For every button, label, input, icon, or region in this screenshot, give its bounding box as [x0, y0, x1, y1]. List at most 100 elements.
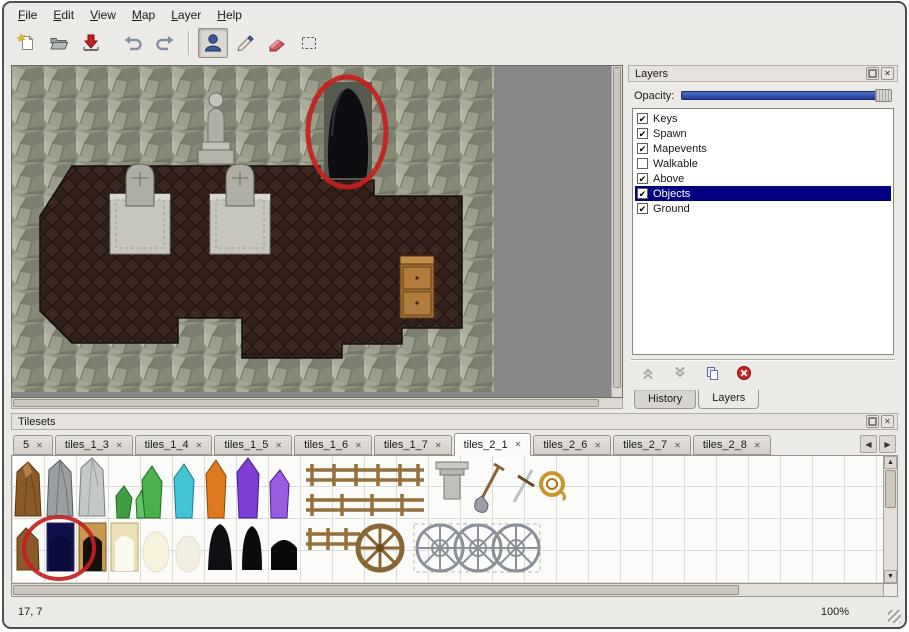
eraser-tool-button[interactable] [262, 28, 292, 58]
palette-vscroll-thumb[interactable] [885, 470, 896, 508]
tab-close-icon[interactable]: ✕ [116, 441, 123, 450]
tileset-tab-label: tiles_1_5 [224, 439, 268, 451]
tab-close-icon[interactable]: ✕ [515, 440, 522, 449]
layers-dock-titlebar: Layers ✕ [628, 65, 898, 82]
tileset-tabrow: 5✕tiles_1_3✕tiles_1_4✕tiles_1_5✕tiles_1_… [11, 430, 898, 455]
float-tilesets-button[interactable] [866, 415, 879, 428]
open-folder-icon [48, 32, 70, 54]
close-dock-button[interactable]: ✕ [881, 67, 894, 80]
crystal-sprites [15, 458, 289, 518]
tab-close-icon[interactable]: ✕ [674, 441, 681, 450]
layer-name-label: Objects [653, 188, 690, 200]
brush-tool-icon [234, 32, 256, 54]
layer-visible-checkbox[interactable]: ✔ [637, 188, 648, 199]
layer-visible-checkbox[interactable]: ✔ [637, 113, 648, 124]
save-button[interactable] [76, 28, 106, 58]
menu-file[interactable]: File [10, 7, 45, 24]
scrollbar-corner [883, 584, 897, 596]
layer-row-walkable[interactable]: Walkable [635, 156, 891, 171]
layer-visible-checkbox[interactable]: ✔ [637, 173, 648, 184]
tab-close-icon[interactable]: ✕ [754, 441, 761, 450]
tileset-palette-canvas[interactable] [12, 456, 881, 581]
tab-close-icon[interactable]: ✕ [355, 441, 362, 450]
layer-row-ground[interactable]: ✔Ground [635, 201, 891, 216]
map-vscroll-thumb[interactable] [613, 67, 621, 388]
tab-close-icon[interactable]: ✕ [435, 441, 442, 450]
layer-list[interactable]: ✔Keys✔Spawn✔MapeventsWalkable✔Above✔Obje… [632, 108, 894, 355]
brush-tool-button[interactable] [230, 28, 260, 58]
opacity-slider-track[interactable] [681, 91, 890, 100]
scroll-down-icon[interactable]: ▼ [884, 570, 897, 583]
menu-map[interactable]: Map [124, 7, 163, 24]
menu-layer[interactable]: Layer [163, 7, 209, 24]
tileset-tab-tiles_1_6[interactable]: tiles_1_6✕ [294, 435, 372, 455]
layer-row-above[interactable]: ✔Above [635, 171, 891, 186]
menu-edit[interactable]: Edit [45, 7, 82, 24]
opacity-slider-handle[interactable] [875, 89, 892, 102]
tileset-tab-tiles_2_6[interactable]: tiles_2_6✕ [533, 435, 611, 455]
menu-help[interactable]: Help [209, 7, 250, 24]
map-horizontal-scrollbar[interactable] [11, 398, 623, 409]
palette-vertical-scrollbar[interactable]: ▲ ▼ [883, 456, 897, 583]
tileset-tab-tiles_2_8[interactable]: tiles_2_8✕ [693, 435, 771, 455]
door-sprites [17, 523, 297, 572]
tab-close-icon[interactable]: ✕ [594, 441, 601, 450]
tileset-tab-tiles_1_4[interactable]: tiles_1_4 ✕ [135, 435, 213, 455]
tileset-tab-label: tiles_1_4 [145, 439, 189, 451]
tileset-tab-tiles_2_7[interactable]: tiles_2_7✕ [613, 435, 691, 455]
new-file-icon [16, 32, 38, 54]
tileset-tab-5[interactable]: 5✕ [13, 435, 53, 455]
map-vertical-scrollbar[interactable] [611, 66, 622, 397]
resize-grip[interactable] [888, 610, 901, 623]
column-capital-sprite [436, 462, 468, 499]
main-area: Layers ✕ Opacity: ✔Keys✔Spawn✔MapeventsW… [4, 63, 905, 409]
map-viewport[interactable] [11, 65, 623, 398]
palette-horizontal-scrollbar[interactable] [11, 584, 898, 597]
dock-tab-history[interactable]: History [634, 390, 696, 409]
tool-sprites [475, 464, 565, 512]
undo-button[interactable] [118, 28, 148, 58]
layer-visible-checkbox[interactable]: ✔ [637, 143, 648, 154]
delete-layer-button[interactable] [736, 365, 752, 384]
tab-close-icon[interactable]: ✕ [275, 441, 282, 450]
tilesets-dock-title: Tilesets [18, 416, 864, 428]
lower-layer-button[interactable] [672, 365, 688, 384]
save-icon [80, 32, 102, 54]
layer-name-label: Spawn [653, 128, 687, 140]
palette-hscroll-thumb[interactable] [13, 585, 739, 595]
tab-close-icon[interactable]: ✕ [36, 441, 43, 450]
tileset-tab-tiles_1_3[interactable]: tiles_1_3✕ [55, 435, 133, 455]
close-tilesets-button[interactable]: ✕ [881, 415, 894, 428]
tileset-tab-tiles_1_5[interactable]: tiles_1_5 ✕ [214, 435, 292, 455]
open-file-button[interactable] [44, 28, 74, 58]
stamp-tool-button[interactable] [198, 28, 228, 58]
tileset-tab-tiles_1_7[interactable]: tiles_1_7✕ [374, 435, 452, 455]
raise-layer-button[interactable] [640, 365, 656, 384]
opacity-slider[interactable] [681, 89, 892, 102]
menu-view[interactable]: View [82, 7, 124, 24]
layer-row-spawn[interactable]: ✔ Spawn [635, 126, 891, 141]
tileset-tab-tiles_2_1[interactable]: tiles_2_1✕ [454, 433, 532, 456]
new-file-button[interactable] [12, 28, 42, 58]
map-hscroll-thumb[interactable] [13, 399, 599, 407]
layer-visible-checkbox[interactable]: ✔ [637, 128, 648, 139]
scroll-tabs-right-button[interactable]: ▶ [879, 435, 896, 453]
rect-select-tool-button[interactable] [294, 28, 324, 58]
tilesets-dock: Tilesets ✕ 5✕tiles_1_3✕tiles_1_4✕tiles_1… [11, 413, 898, 597]
float-dock-button[interactable] [866, 67, 879, 80]
layer-visible-checkbox[interactable] [637, 158, 648, 169]
scroll-tabs-left-button[interactable]: ◀ [860, 435, 877, 453]
duplicate-layer-button[interactable] [704, 365, 720, 384]
layer-row-keys[interactable]: ✔Keys [635, 111, 891, 126]
layer-row-objects[interactable]: ✔ Objects [635, 186, 891, 201]
layer-row-mapevents[interactable]: ✔Mapevents [635, 141, 891, 156]
dock-tab-layers[interactable]: Layers [698, 389, 759, 409]
tileset-palette[interactable] [12, 456, 883, 583]
scroll-up-icon[interactable]: ▲ [884, 456, 897, 469]
palette-hscroll-track[interactable] [740, 584, 883, 596]
tab-close-icon[interactable]: ✕ [196, 441, 203, 450]
map-canvas[interactable] [12, 66, 494, 392]
layer-visible-checkbox[interactable]: ✔ [637, 203, 648, 214]
redo-button[interactable] [150, 28, 180, 58]
palette-vscroll-track[interactable] [884, 509, 897, 570]
